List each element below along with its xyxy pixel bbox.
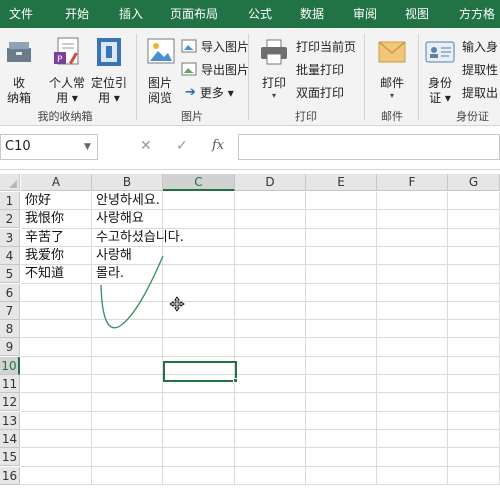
import-images-icon	[181, 39, 197, 53]
mail-dropdown-caret: ▾	[389, 91, 394, 100]
export-images-label: 导出图片	[201, 62, 250, 77]
id-card-icon	[425, 41, 455, 63]
print-group-label: 打印	[295, 110, 317, 123]
print-label: 打印	[261, 76, 286, 90]
storage-box-button[interactable]: 收 纳箱	[2, 32, 36, 105]
extract-birth-button[interactable]: 提取出	[462, 82, 498, 102]
move-cursor-icon	[169, 296, 185, 312]
import-images-label: 导入图片	[201, 39, 250, 54]
extract-gender-label: 提取性	[462, 62, 499, 77]
tab-data[interactable]: 数据	[300, 0, 324, 28]
image-browse-icon	[147, 38, 175, 64]
fx-icon[interactable]: fx	[212, 138, 224, 153]
selected-cell-c10[interactable]	[163, 361, 237, 382]
ribbon: 收 纳箱 P 个人常 用 ▾ 定位引 用 ▾ 我的收纳箱 图片 阅览 导入图片 …	[0, 28, 500, 126]
batch-print-label: 批量打印	[296, 62, 345, 77]
batch-print-button[interactable]: 批量打印	[296, 59, 344, 79]
locate-ref-button[interactable]: 定位引 用 ▾	[88, 32, 130, 105]
group-divider	[248, 34, 249, 120]
tab-formulas[interactable]: 公式	[248, 0, 272, 28]
formula-bar: C10 ▼ ✕ ✓ fx	[0, 126, 500, 170]
locate-ref-label-2: 用 ▾	[98, 91, 120, 105]
print-current-page-button[interactable]: 打印当前页	[296, 36, 356, 56]
extract-birth-label: 提取出	[462, 85, 499, 100]
tab-file[interactable]: 文件	[9, 0, 33, 28]
tab-home[interactable]: 开始	[65, 0, 89, 28]
more-label: 更多 ▾	[199, 85, 234, 100]
chevron-down-icon[interactable]: ▼	[84, 142, 91, 152]
image-browse-label-2: 阅览	[147, 91, 172, 105]
group-divider	[364, 34, 365, 120]
tab-view[interactable]: 视图	[405, 0, 429, 28]
print-button[interactable]: 打印 ▾	[254, 32, 294, 104]
tab-review[interactable]: 审阅	[353, 0, 377, 28]
extract-gender-button[interactable]: 提取性	[462, 59, 498, 79]
printer-icon	[261, 39, 287, 65]
personal-common-button[interactable]: P 个人常 用 ▾	[46, 32, 88, 105]
favorites-group-label: 我的收纳箱	[37, 110, 93, 123]
export-images-icon	[181, 62, 197, 76]
print-dropdown-caret: ▾	[271, 91, 276, 100]
import-images-button[interactable]: 导入图片	[181, 36, 249, 56]
export-images-button[interactable]: 导出图片	[181, 59, 249, 79]
formula-input[interactable]	[238, 134, 500, 160]
image-group-label: 图片	[181, 110, 203, 123]
worksheet-grid[interactable]: A B C D E F G 1 2 3 4 5 6 7 8 9 10 11 12 13 14 15 16 你好…	[0, 174, 500, 500]
pen-annotation	[100, 255, 164, 329]
enter-icon[interactable]: ✓	[176, 138, 188, 154]
cancel-icon[interactable]: ✕	[140, 138, 152, 154]
ribbon-tab-bar: 文件 开始 插入 页面布局 公式 数据 审阅 视图 方方格	[0, 0, 500, 28]
personal-common-label-2: 用 ▾	[56, 91, 78, 105]
storage-box-label-2: 纳箱	[6, 91, 31, 105]
duplex-print-button[interactable]: 双面打印	[296, 82, 344, 102]
tab-page-layout[interactable]: 页面布局	[170, 0, 218, 28]
locate-ref-icon	[97, 38, 121, 66]
group-divider	[136, 34, 137, 120]
input-id-label: 输入身	[462, 39, 499, 54]
id-card-button[interactable]: 身份 证 ▾	[422, 32, 458, 105]
storage-box-icon	[7, 42, 31, 62]
more-button[interactable]: ➔ 更多 ▾	[185, 82, 234, 102]
svg-text:P: P	[57, 55, 63, 65]
id-card-label-2: 证 ▾	[429, 91, 451, 105]
input-id-button[interactable]: 输入身	[462, 36, 498, 56]
mail-icon	[378, 41, 406, 63]
group-divider	[418, 34, 419, 120]
image-browse-button[interactable]: 图片 阅览	[142, 32, 178, 105]
print-current-page-label: 打印当前页	[296, 39, 357, 54]
mail-button[interactable]: 邮件 ▾	[372, 32, 412, 104]
tab-insert[interactable]: 插入	[119, 0, 143, 28]
personal-common-icon: P	[54, 37, 79, 65]
duplex-print-label: 双面打印	[296, 85, 345, 100]
id-group-label: 身份证	[456, 110, 489, 123]
tab-fangfang[interactable]: 方方格	[459, 0, 495, 28]
mail-label: 邮件	[379, 76, 404, 90]
mail-group-label: 邮件	[381, 110, 403, 123]
fill-handle[interactable]	[233, 378, 238, 383]
more-arrow-icon: ➔	[185, 84, 196, 100]
